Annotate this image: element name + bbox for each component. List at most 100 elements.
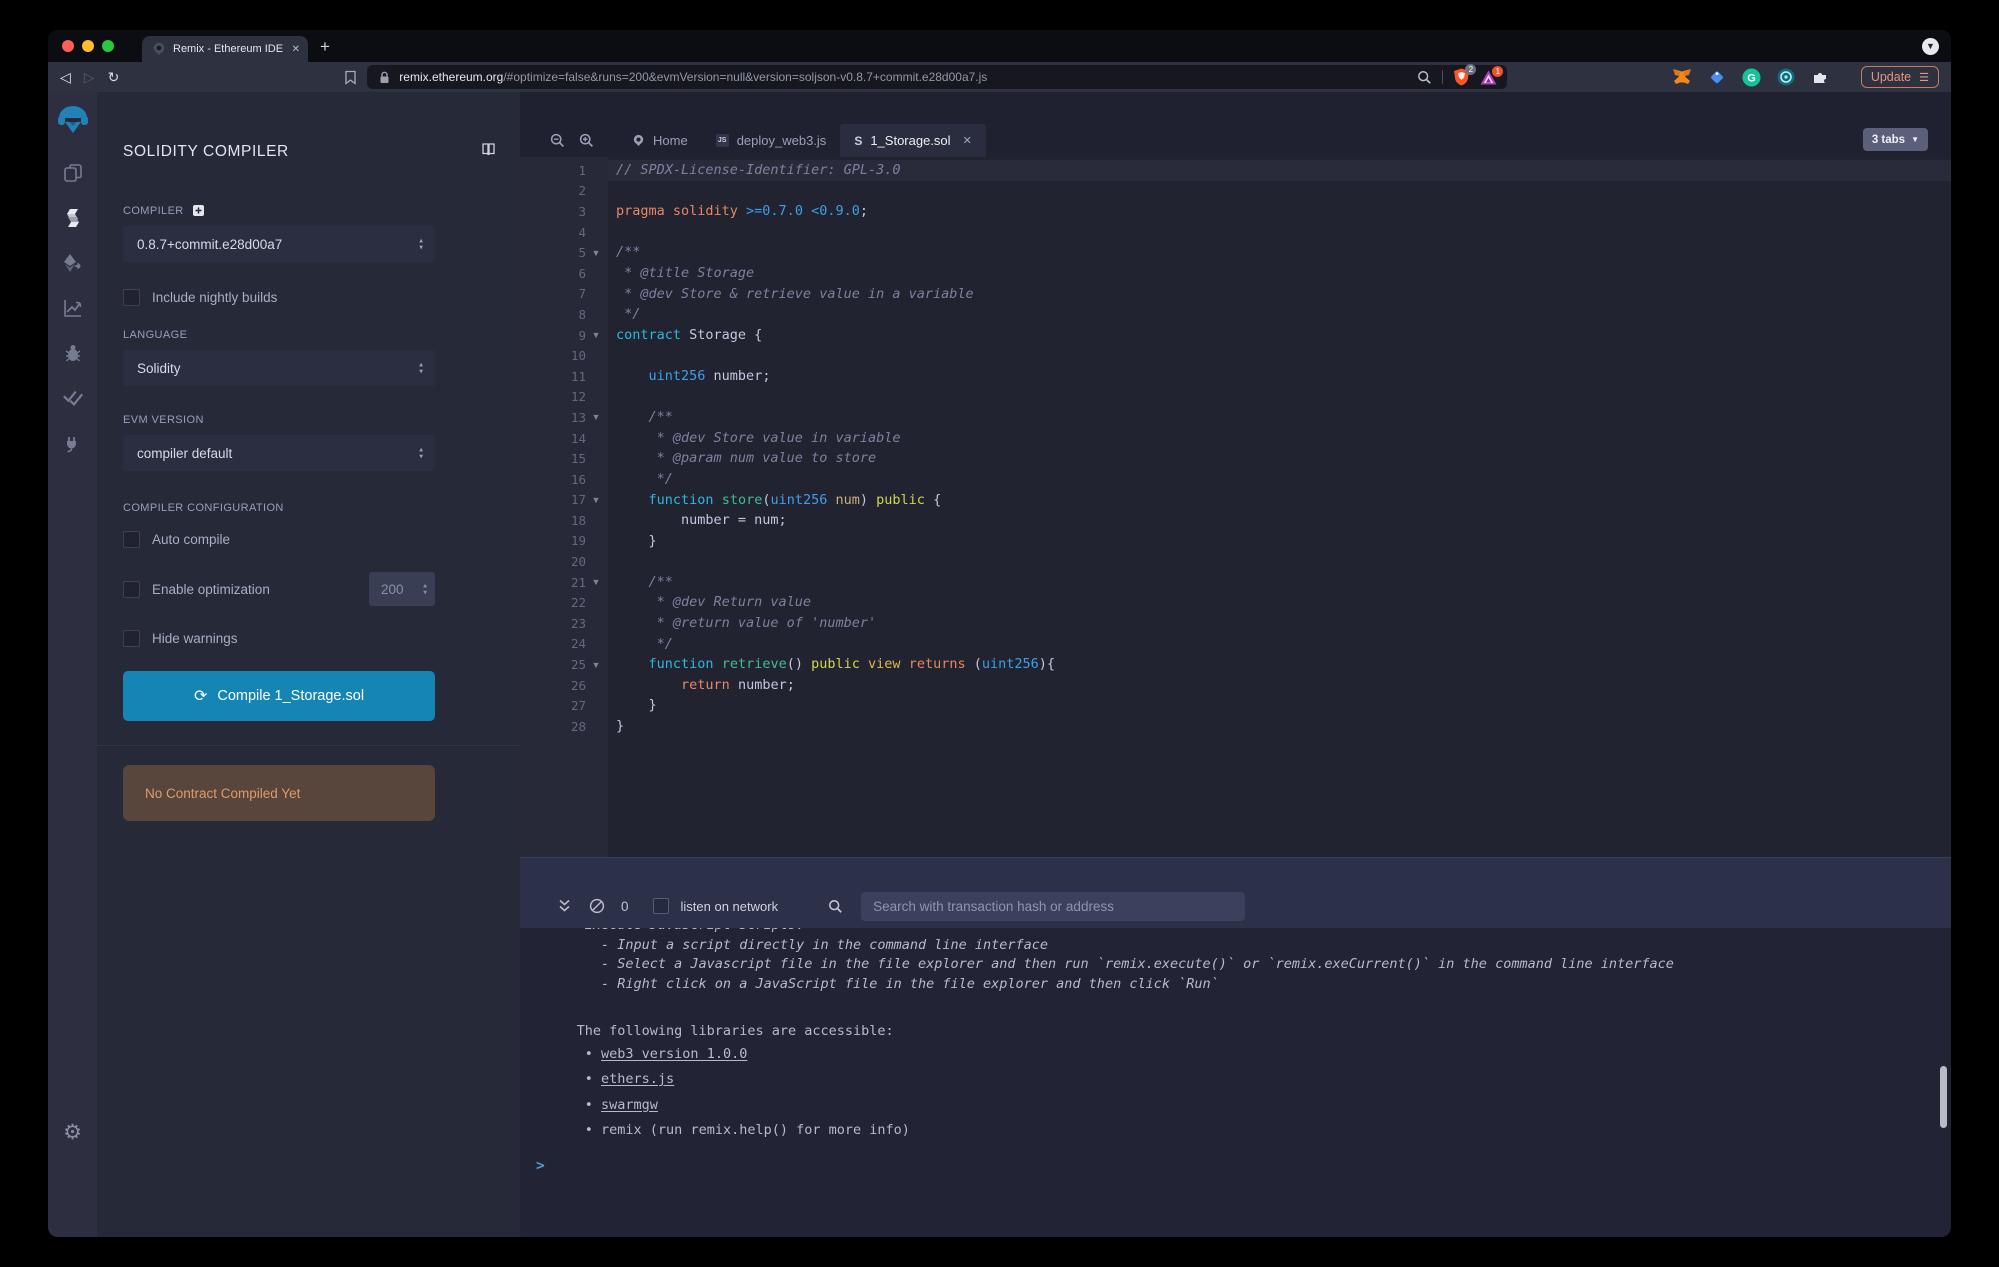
language-select[interactable]: Solidity ▴▾ bbox=[123, 350, 435, 386]
extensions-puzzle-icon[interactable] bbox=[1811, 68, 1829, 86]
brave-shield-icon[interactable]: 2 bbox=[1453, 68, 1470, 86]
line-number-gutter[interactable]: 23 bbox=[520, 613, 608, 634]
remix-logo-icon[interactable] bbox=[55, 102, 91, 138]
add-compiler-icon[interactable] bbox=[192, 204, 205, 217]
line-number-gutter[interactable]: 26 bbox=[520, 675, 608, 696]
line-number-gutter[interactable]: 17▼ bbox=[520, 490, 608, 511]
evm-version-select[interactable]: compiler default ▴▾ bbox=[123, 435, 435, 471]
terminal-output[interactable]: • Execute JavaScript Scripts: - Input a … bbox=[520, 928, 1951, 1237]
enable-optimization-checkbox[interactable] bbox=[123, 581, 140, 598]
library-link[interactable]: ethers.js bbox=[601, 1071, 674, 1087]
line-number-gutter[interactable]: 28 bbox=[520, 716, 608, 737]
line-number-gutter[interactable]: 13▼ bbox=[520, 407, 608, 428]
fold-arrow-icon[interactable]: ▼ bbox=[586, 495, 606, 505]
line-number-gutter[interactable]: 14 bbox=[520, 428, 608, 449]
line-number-gutter[interactable]: 19 bbox=[520, 531, 608, 552]
zoom-page-icon[interactable] bbox=[1417, 70, 1432, 85]
fold-arrow-icon[interactable]: ▼ bbox=[586, 412, 606, 422]
editor-tab-1_Storage.sol[interactable]: S1_Storage.sol✕ bbox=[840, 124, 985, 157]
editor-tab-Home[interactable]: Home bbox=[618, 124, 702, 157]
plugin-manager-icon[interactable] bbox=[62, 433, 84, 453]
code-line[interactable]: 14 * @dev Store value in variable bbox=[520, 428, 1951, 449]
code-editor[interactable]: 1// SPDX-License-Identifier: GPL-3.02 3p… bbox=[520, 157, 1951, 857]
code-line[interactable]: 8 */ bbox=[520, 304, 1951, 325]
settings-gear-icon[interactable]: ⚙ bbox=[63, 1120, 82, 1145]
line-number-gutter[interactable]: 24 bbox=[520, 634, 608, 655]
line-number-gutter[interactable]: 7 bbox=[520, 284, 608, 305]
zoom-out-icon[interactable] bbox=[550, 133, 565, 148]
brave-rewards-icon[interactable]: 1 bbox=[1480, 70, 1497, 85]
code-line[interactable]: 12 bbox=[520, 387, 1951, 408]
code-line[interactable]: 23 * @return value of 'number' bbox=[520, 613, 1951, 634]
code-line[interactable]: 15 * @param num value to store bbox=[520, 448, 1951, 469]
line-number-gutter[interactable]: 21▼ bbox=[520, 572, 608, 593]
line-number-gutter[interactable]: 16 bbox=[520, 469, 608, 490]
terminal-header[interactable]: 0 listen on network bbox=[520, 858, 1951, 928]
code-line[interactable]: 9▼contract Storage { bbox=[520, 325, 1951, 346]
line-number-gutter[interactable]: 27 bbox=[520, 695, 608, 716]
auto-compile-checkbox[interactable] bbox=[123, 531, 140, 548]
tag-extension-icon[interactable] bbox=[1708, 68, 1726, 86]
deploy-run-icon[interactable] bbox=[62, 253, 84, 273]
line-number-gutter[interactable]: 12 bbox=[520, 387, 608, 408]
line-number-gutter[interactable]: 9▼ bbox=[520, 325, 608, 346]
library-link[interactable]: web3 version 1.0.0 bbox=[601, 1046, 747, 1062]
hide-warnings-checkbox[interactable] bbox=[123, 630, 140, 647]
code-line[interactable]: 22 * @dev Return value bbox=[520, 592, 1951, 613]
line-number-gutter[interactable]: 5▼ bbox=[520, 242, 608, 263]
line-number-gutter[interactable]: 20 bbox=[520, 551, 608, 572]
stepper-caret-icon[interactable]: ▴▾ bbox=[423, 583, 427, 596]
new-tab-button[interactable]: + bbox=[320, 38, 330, 55]
documentation-book-icon[interactable] bbox=[481, 142, 496, 157]
line-number-gutter[interactable]: 11 bbox=[520, 366, 608, 387]
code-line[interactable]: 19 } bbox=[520, 531, 1951, 552]
debugger-icon[interactable] bbox=[62, 343, 84, 363]
close-tab-icon[interactable]: ✕ bbox=[292, 44, 300, 55]
update-button[interactable]: Update ☰ bbox=[1861, 66, 1939, 88]
clear-console-icon[interactable] bbox=[589, 898, 605, 914]
fold-arrow-icon[interactable]: ▼ bbox=[586, 577, 606, 587]
code-line[interactable]: 7 * @dev Store & retrieve value in a var… bbox=[520, 284, 1951, 305]
line-number-gutter[interactable]: 10 bbox=[520, 345, 608, 366]
reload-button[interactable]: ↻ bbox=[108, 70, 120, 84]
fold-arrow-icon[interactable]: ▼ bbox=[586, 330, 606, 340]
line-number-gutter[interactable]: 25▼ bbox=[520, 654, 608, 675]
fold-arrow-icon[interactable]: ▼ bbox=[586, 660, 606, 670]
optimization-runs-input[interactable]: 200 ▴▾ bbox=[369, 572, 435, 606]
line-number-gutter[interactable]: 2 bbox=[520, 181, 608, 202]
tab-search-button[interactable]: ▼ bbox=[1922, 38, 1939, 55]
line-number-gutter[interactable]: 18 bbox=[520, 510, 608, 531]
library-link[interactable]: swarmgw bbox=[601, 1097, 658, 1113]
zoom-window-button[interactable] bbox=[102, 40, 114, 52]
code-line[interactable]: 25▼ function retrieve() public view retu… bbox=[520, 654, 1951, 675]
fold-arrow-icon[interactable]: ▼ bbox=[586, 248, 606, 258]
editor-tab-deploy_web3.js[interactable]: JSdeploy_web3.js bbox=[702, 124, 841, 157]
line-number-gutter[interactable]: 15 bbox=[520, 448, 608, 469]
code-line[interactable]: 13▼ /** bbox=[520, 407, 1951, 428]
terminal-scrollbar[interactable] bbox=[1940, 1066, 1947, 1128]
compile-button[interactable]: ⟳ Compile 1_Storage.sol bbox=[123, 671, 435, 721]
line-number-gutter[interactable]: 1 bbox=[520, 160, 608, 181]
code-line[interactable]: 27 } bbox=[520, 695, 1951, 716]
line-number-gutter[interactable]: 3 bbox=[520, 201, 608, 222]
compiler-version-select[interactable]: 0.8.7+commit.e28d00a7 ▴▾ bbox=[123, 226, 435, 262]
unit-testing-icon[interactable] bbox=[62, 388, 84, 408]
code-line[interactable]: 21▼ /** bbox=[520, 572, 1951, 593]
grammarly-extension-icon[interactable]: G bbox=[1742, 68, 1761, 87]
teal-extension-icon[interactable] bbox=[1777, 68, 1795, 86]
file-explorer-icon[interactable] bbox=[62, 163, 84, 183]
code-line[interactable]: 3pragma solidity >=0.7.0 <0.9.0; bbox=[520, 201, 1951, 222]
browser-tab[interactable]: Remix - Ethereum IDE ✕ bbox=[142, 36, 308, 62]
code-line[interactable]: 10 bbox=[520, 345, 1951, 366]
code-line[interactable]: 11 uint256 number; bbox=[520, 366, 1951, 387]
line-number-gutter[interactable]: 8 bbox=[520, 304, 608, 325]
close-window-button[interactable] bbox=[62, 40, 74, 52]
line-number-gutter[interactable]: 4 bbox=[520, 222, 608, 243]
code-line[interactable]: 16 */ bbox=[520, 469, 1951, 490]
solidity-analysis-icon[interactable] bbox=[62, 298, 84, 318]
code-line[interactable]: 2 bbox=[520, 181, 1951, 202]
url-bar[interactable]: remix.ethereum.org /#optimize=false&runs… bbox=[367, 65, 1507, 89]
code-line[interactable]: 4 bbox=[520, 222, 1951, 243]
code-line[interactable]: 17▼ function store(uint256 num) public { bbox=[520, 490, 1951, 511]
forward-button[interactable]: ▷ bbox=[84, 70, 95, 84]
